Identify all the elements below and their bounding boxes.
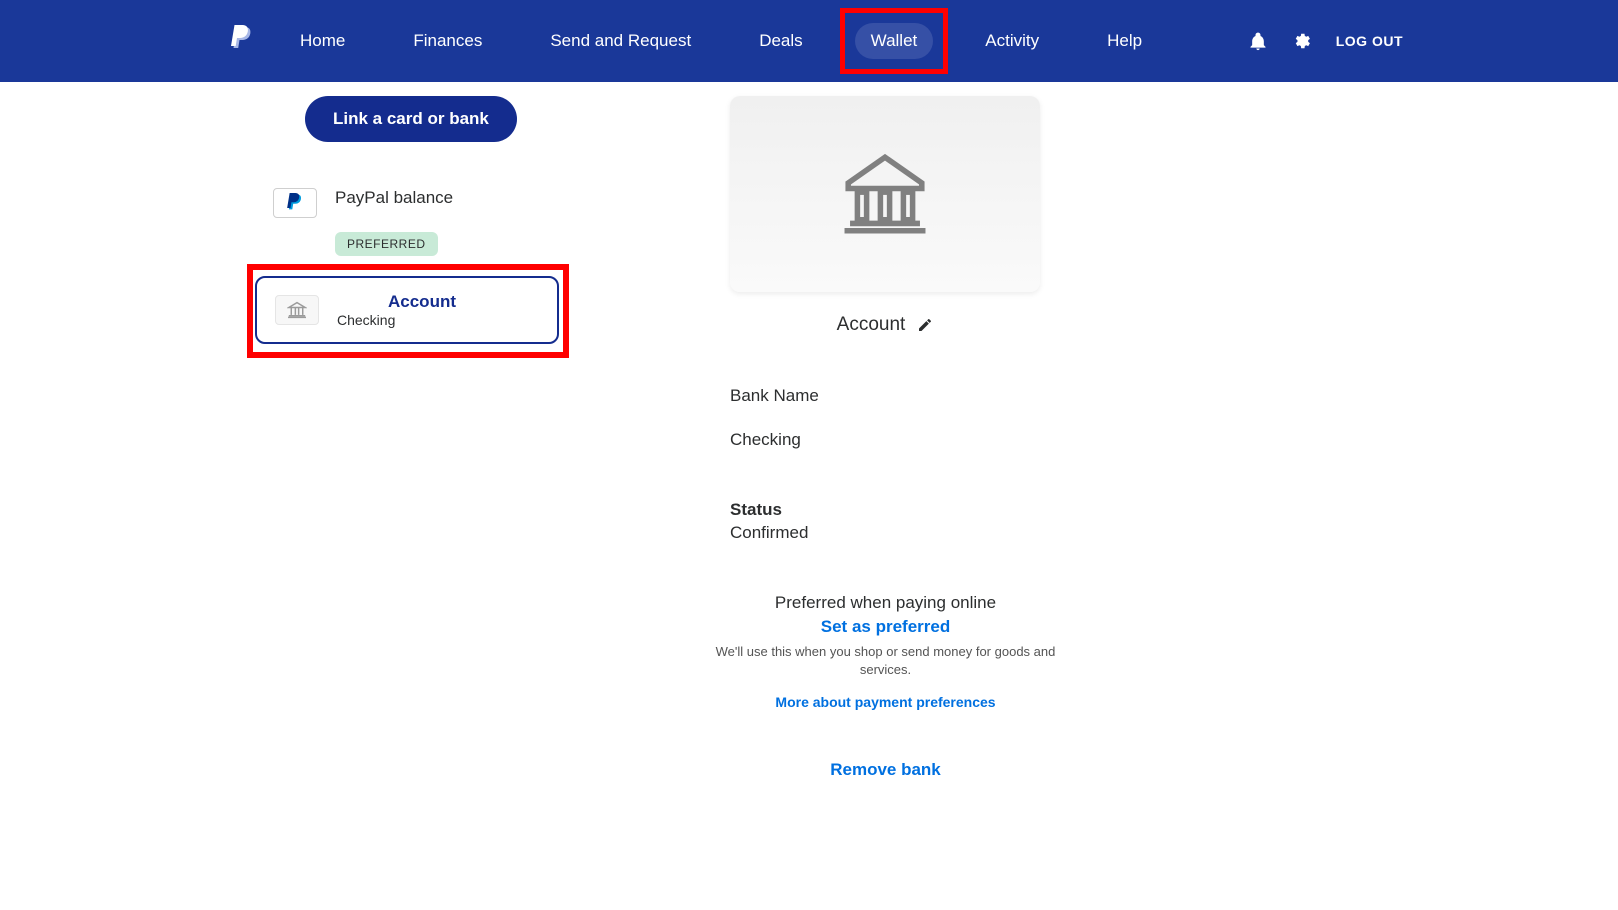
nav-help[interactable]: Help: [1091, 23, 1158, 59]
bank-image-card: [730, 96, 1040, 292]
preferred-description: We'll use this when you shop or send mon…: [713, 643, 1058, 679]
preferred-heading: Preferred when paying online: [713, 593, 1058, 613]
account-type: Checking: [730, 428, 1260, 452]
account-card[interactable]: Account Checking: [255, 276, 559, 344]
left-column: Link a card or bank PayPal balance PREFE…: [0, 96, 560, 780]
preferred-badge: PREFERRED: [335, 232, 438, 256]
bank-icon: [275, 295, 319, 325]
link-card-bank-button[interactable]: Link a card or bank: [305, 96, 517, 142]
nav-activity[interactable]: Activity: [969, 23, 1055, 59]
account-card-wrapper: Account Checking: [247, 276, 560, 344]
paypal-logo-icon[interactable]: [230, 25, 254, 58]
paypal-balance-icon: [273, 188, 317, 218]
remove-bank-link[interactable]: Remove bank: [830, 760, 941, 780]
settings-gear-icon[interactable]: [1292, 31, 1312, 51]
status-block: Status Confirmed: [730, 498, 1260, 546]
account-edit-row: Account: [730, 314, 1040, 336]
status-label: Status: [730, 498, 1260, 522]
nav-home[interactable]: Home: [284, 23, 361, 59]
logout-link[interactable]: LOG OUT: [1336, 33, 1403, 49]
nav-wallet[interactable]: Wallet: [855, 23, 934, 59]
set-preferred-link[interactable]: Set as preferred: [821, 617, 950, 637]
nav-finances[interactable]: Finances: [397, 23, 498, 59]
preferred-section: Preferred when paying online Set as pref…: [713, 593, 1058, 711]
header-bar: Home Finances Send and Request Deals Wal…: [0, 0, 1618, 82]
more-preferences-link[interactable]: More about payment preferences: [775, 694, 995, 710]
account-card-title: Account: [388, 292, 456, 312]
bank-name: Bank Name: [730, 384, 1260, 408]
detail-block: Bank Name Checking Status Confirmed: [730, 384, 1260, 545]
nav-items: Home Finances Send and Request Deals Wal…: [284, 23, 1158, 59]
right-column: Account Bank Name Checking Status Confir…: [560, 96, 1260, 780]
balance-label: PayPal balance: [335, 188, 453, 208]
header-right: LOG OUT: [1248, 31, 1403, 51]
remove-section: Remove bank: [713, 760, 1058, 780]
bank-large-icon: [839, 148, 931, 240]
nav-deals[interactable]: Deals: [743, 23, 818, 59]
status-value: Confirmed: [730, 521, 1260, 545]
account-card-subtitle: Checking: [337, 312, 395, 328]
account-label: Account: [837, 314, 906, 336]
balance-row[interactable]: PayPal balance: [255, 188, 560, 218]
nav-send-request[interactable]: Send and Request: [534, 23, 707, 59]
account-card-text: Account Checking: [337, 292, 507, 328]
edit-pencil-icon[interactable]: [917, 317, 933, 333]
nav-wallet-wrapper: Wallet: [855, 23, 934, 59]
notification-bell-icon[interactable]: [1248, 31, 1268, 51]
content: Link a card or bank PayPal balance PREFE…: [0, 82, 1618, 780]
